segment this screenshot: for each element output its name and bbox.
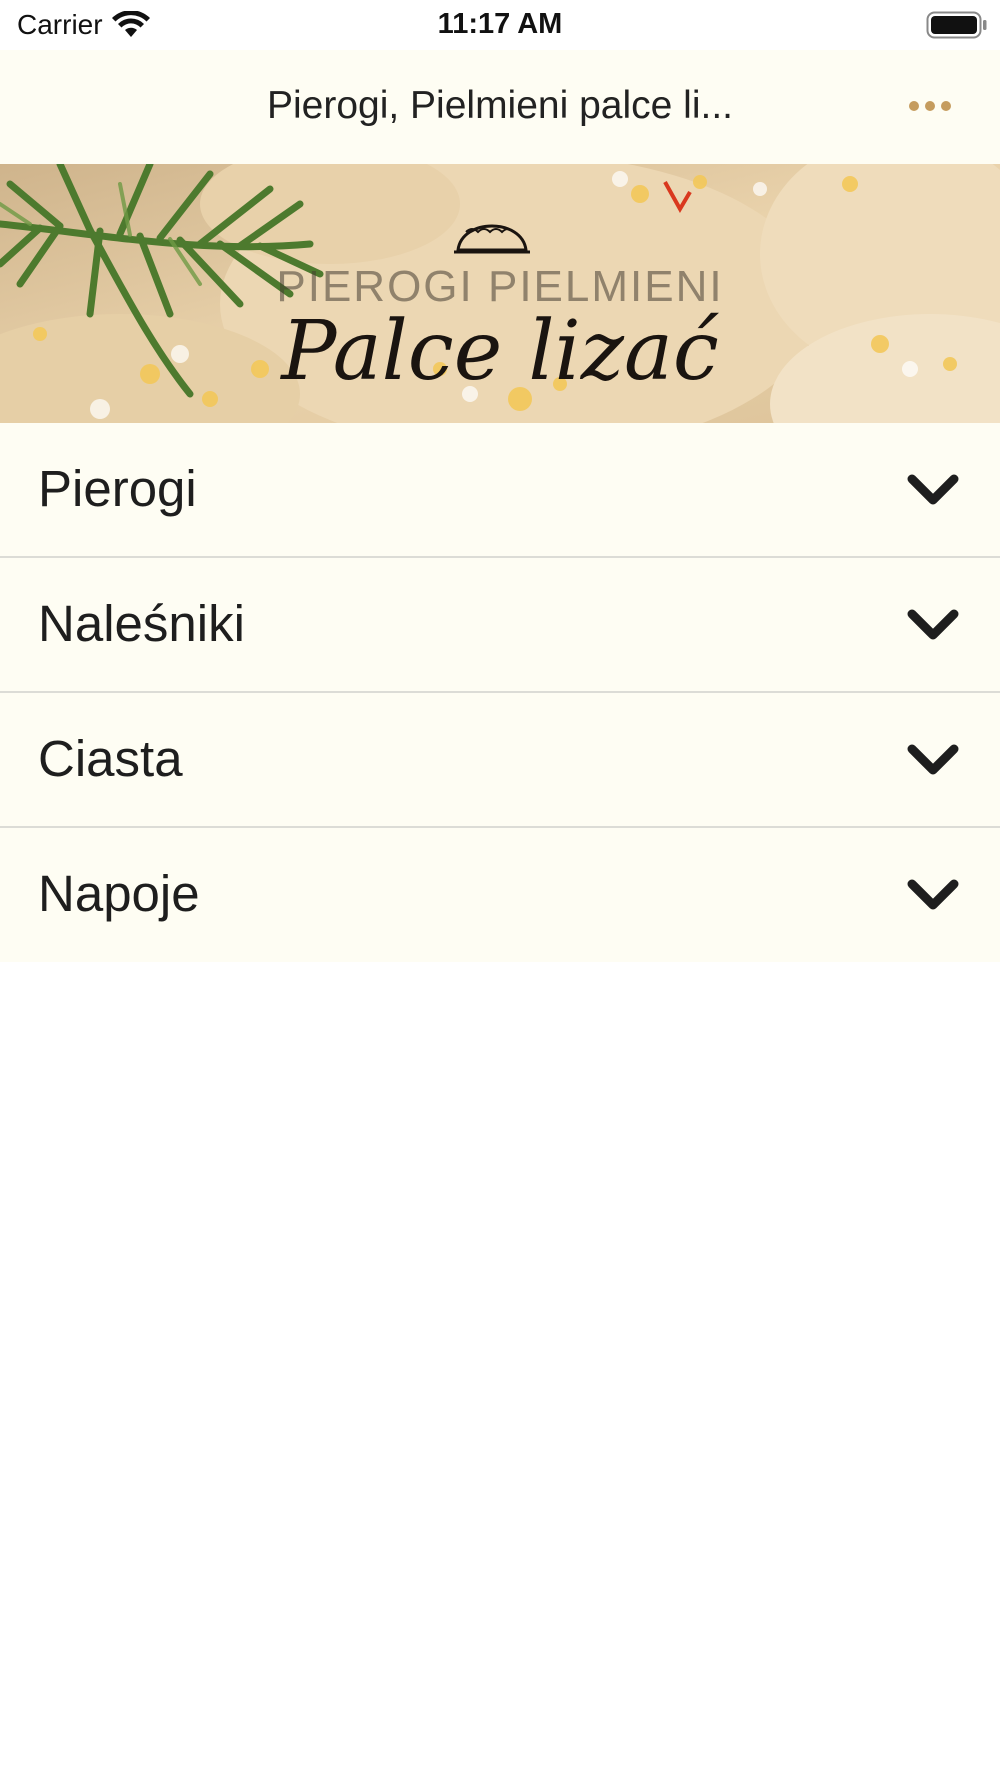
category-label: Napoje — [38, 865, 200, 922]
more-options-button[interactable] — [900, 86, 960, 126]
chevron-down-icon — [907, 609, 959, 640]
category-label: Ciasta — [38, 730, 183, 787]
dumpling-logo-icon — [454, 224, 530, 254]
chevron-down-icon — [907, 744, 959, 775]
page-title: Pierogi, Pielmieni palce li... — [266, 84, 734, 127]
banner-script-text: Palce lizać — [281, 304, 719, 399]
status-bar: Carrier 11:17 AM — [0, 0, 1000, 50]
category-row-napoje[interactable]: Napoje — [0, 828, 1000, 962]
status-time: 11:17 AM — [437, 8, 563, 40]
category-row-nalesniki[interactable]: Naleśniki — [0, 558, 1000, 693]
navigation-bar: Pierogi, Pielmieni palce li... — [0, 50, 1000, 164]
app-screen: Carrier 11:17 AM Pierogi, Pielmieni palc… — [0, 0, 1000, 1778]
category-label: Naleśniki — [38, 595, 245, 652]
category-label: Pierogi — [38, 460, 197, 517]
category-row-ciasta[interactable]: Ciasta — [0, 693, 1000, 828]
chevron-down-icon — [907, 879, 959, 910]
ellipsis-icon — [941, 101, 951, 111]
category-list: Pierogi Naleśniki Ciasta Napoje — [0, 423, 1000, 962]
chevron-down-icon — [907, 474, 959, 505]
category-row-pierogi[interactable]: Pierogi — [0, 423, 1000, 558]
ellipsis-icon — [909, 101, 919, 111]
battery-full-icon — [926, 11, 987, 39]
ellipsis-icon — [925, 101, 935, 111]
hero-banner: PIEROGI PIELMIENI Palce lizać — [0, 164, 1000, 423]
